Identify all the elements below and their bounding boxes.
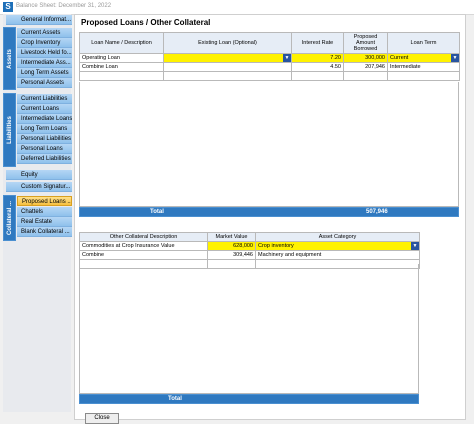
collateral-total-row: Total [79,394,419,404]
existing-loan-cell[interactable] [163,62,292,72]
app-logo-icon: S [3,2,13,12]
loan-name-cell[interactable]: Combine Loan [79,62,164,72]
chevron-down-icon[interactable]: ▼ [283,54,291,62]
sidebar-item-livestock[interactable]: Livestock Held fo... [17,48,72,58]
page-title: Proposed Loans / Other Collateral [81,18,211,27]
sidebar-item-current-loans[interactable]: Current Loans [17,104,72,114]
loan-term-cell[interactable]: Intermediate [387,62,460,72]
existing-loan-dropdown[interactable]: ▼ [163,53,292,63]
collateral-table-empty-area [79,264,419,394]
sidebar-item-general-info[interactable]: General Informat... [6,15,72,25]
col-header-loan-name: Loan Name / Description [79,32,164,54]
sidebar: General Informat... Assets Current Asset… [3,14,72,412]
market-value-cell[interactable]: 309,446 [207,250,256,260]
sidebar-item-personal-loans[interactable]: Personal Loans [17,144,72,154]
collateral-total-label: Total [168,396,182,402]
col-header-collateral-description: Other Collateral Description [79,232,208,242]
close-button[interactable]: Close [85,413,119,424]
asset-category-cell[interactable]: Machinery and equipment [255,250,420,260]
loan-name-cell[interactable]: Operating Loan [79,53,164,63]
main-panel: Proposed Loans / Other Collateral Loan N… [74,14,466,424]
section-tab-liabilities[interactable]: Liabilities [3,93,16,167]
sidebar-item-current-assets[interactable]: Current Assets [17,28,72,38]
sidebar-item-long-term-assets[interactable]: Long Term Assets [17,68,72,78]
sidebar-item-custom-signature[interactable]: Custom Signatur... [6,182,72,192]
interest-rate-cell[interactable]: 7.20 [291,53,344,63]
loan-term-dropdown[interactable]: Current ▼ [387,53,460,63]
sidebar-item-real-estate[interactable]: Real Estate [17,217,72,227]
sidebar-item-personal-liabilities[interactable]: Personal Liabilities [17,134,72,144]
loans-table-empty-area [79,82,459,207]
collateral-description-cell[interactable]: Commodities at Crop Insurance Value [79,241,208,251]
asset-category-dropdown[interactable]: Crop inventory ▼ [255,241,420,251]
sidebar-item-equity[interactable]: Equity [6,170,72,180]
section-tab-collateral[interactable]: Collateral ... [3,195,16,241]
col-header-asset-category: Asset Category [255,232,420,242]
col-header-existing-loan: Existing Loan (Optional) [163,32,292,54]
col-header-interest-rate: Interest Rate [291,32,344,54]
sidebar-item-intermediate-loans[interactable]: Intermediate Loans [17,114,72,124]
sidebar-item-intermediate-assets[interactable]: Intermediate Ass... [17,58,72,68]
loans-total-label: Total [150,209,164,215]
sidebar-item-proposed-loans[interactable]: Proposed Loans ... [17,196,72,206]
table-row: Combine Loan 4.50 207,946 Intermediate [79,62,460,72]
chevron-down-icon[interactable]: ▼ [451,54,459,62]
collateral-description-cell[interactable]: Combine [79,250,208,260]
sidebar-item-crop-inventory[interactable]: Crop Inventory [17,38,72,48]
interest-rate-cell[interactable]: 4.50 [291,62,344,72]
amount-cell[interactable]: 300,000 [343,53,388,63]
amount-cell[interactable]: 207,946 [343,62,388,72]
col-header-proposed-amount: Proposed Amount Borrowed [343,32,388,54]
table-row: Operating Loan ▼ 7.20 300,000 Current ▼ [79,53,460,63]
window-title: Balance Sheet: December 31, 2022 [16,3,112,9]
sidebar-item-blank-collateral[interactable]: Blank Collateral ... [17,227,72,237]
sidebar-item-personal-assets[interactable]: Personal Assets [17,78,72,88]
sidebar-item-current-liabilities[interactable]: Current Liabilities [17,94,72,104]
sidebar-item-deferred-liabilities[interactable]: Deferred Liabilities [17,154,72,164]
section-tab-assets[interactable]: Assets [3,27,16,90]
table-row-empty [79,71,460,81]
chevron-down-icon[interactable]: ▼ [411,242,419,250]
table-row: Combine 309,446 Machinery and equipment [79,250,420,260]
loans-table: Loan Name / Description Existing Loan (O… [79,32,460,81]
sidebar-item-long-term-loans[interactable]: Long Term Loans [17,124,72,134]
col-header-loan-term: Loan Term [387,32,460,54]
market-value-cell[interactable]: 628,000 [207,241,256,251]
title-bar: S Balance Sheet: December 31, 2022 [0,0,474,15]
sidebar-item-chattels[interactable]: Chattels [17,207,72,217]
col-header-market-value: Market Value [207,232,256,242]
loans-total-value: 507,946 [366,209,388,215]
table-row: Commodities at Crop Insurance Value 628,… [79,241,420,251]
loans-total-row: Total 507,946 [79,207,459,217]
